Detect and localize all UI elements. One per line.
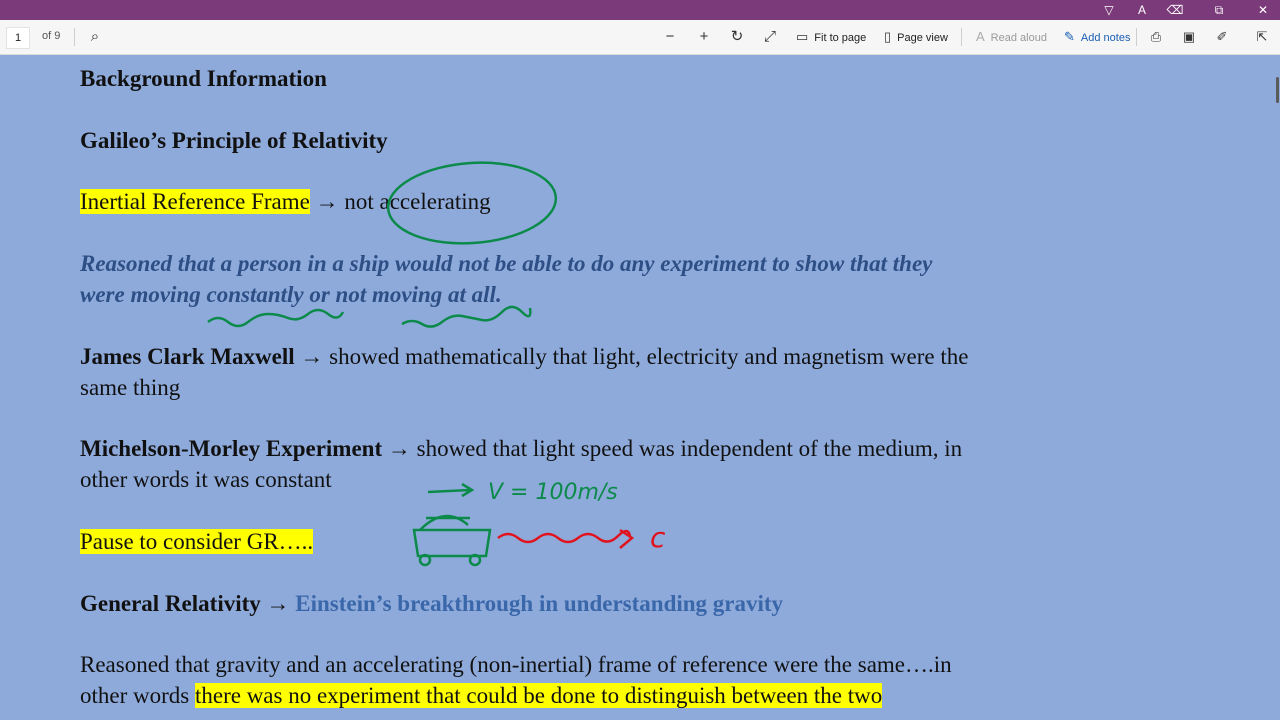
- page-number-input[interactable]: 1: [6, 27, 30, 49]
- pdf-page: Background Information Galileo’s Princip…: [0, 55, 1280, 720]
- gr-text-2: other words there was no experiment that…: [80, 683, 883, 709]
- zoom-in-icon[interactable]: +: [694, 26, 714, 48]
- eraser-icon[interactable]: ⌫: [1161, 0, 1189, 20]
- inertial-definition: not accelerating: [344, 189, 491, 214]
- arrow: →: [387, 436, 411, 461]
- toolbar-divider: [1136, 28, 1137, 46]
- page-view-icon: ▯: [884, 29, 892, 44]
- print-icon[interactable]: ⎙: [1146, 26, 1166, 48]
- page-heading: Background Information: [80, 66, 327, 91]
- gr-text-1: Reasoned that gravity and an acceleratin…: [80, 652, 952, 677]
- inertial-frame-line: Inertial Reference Frame → not accelerat…: [80, 189, 491, 215]
- section-galileo: Galileo’s Principle of Relativity: [80, 128, 388, 153]
- search-icon[interactable]: ⌕: [86, 26, 104, 48]
- add-notes-label: Add notes: [1080, 32, 1131, 44]
- arrow: →: [315, 189, 339, 214]
- gr-text-2-plain: other words: [80, 683, 190, 708]
- read-aloud-button[interactable]: A Read aloud: [976, 26, 1047, 48]
- general-relativity-line: General Relativity → Einstein’s breakthr…: [80, 591, 783, 617]
- highlight-icon[interactable]: ▽: [1095, 0, 1123, 20]
- close-icon[interactable]: ✕: [1249, 0, 1277, 20]
- fullscreen-icon[interactable]: ⤢: [760, 26, 780, 48]
- rotate-icon[interactable]: ↻: [727, 26, 747, 48]
- read-aloud-label: Read aloud: [990, 32, 1047, 44]
- translate-icon[interactable]: A: [1128, 0, 1156, 20]
- arrow: →: [300, 344, 324, 369]
- title-bar: ▽ A ⌫ ⧉ ✕: [0, 0, 1280, 20]
- gr-text-2-highlight: there was no experiment that could be do…: [194, 683, 883, 708]
- page-view-button[interactable]: ▯ Page view: [884, 26, 948, 48]
- pdf-toolbar: 1 of 9 ⌕ − + ↻ ⤢ ▭ Fit to page ▯ Page view…: [0, 20, 1280, 55]
- arrow: →: [266, 591, 290, 616]
- gr-name: General Relativity: [80, 591, 261, 616]
- mm-name: Michelson-Morley Experiment: [80, 436, 383, 461]
- fit-to-page-label: Fit to page: [814, 32, 867, 44]
- save-as-icon[interactable]: ✐: [1212, 26, 1232, 48]
- add-notes-button[interactable]: ✎ Add notes: [1064, 26, 1130, 48]
- inertial-term: Inertial Reference Frame: [80, 189, 310, 214]
- maxwell-line: James Clark Maxwell → showed mathematica…: [80, 344, 968, 370]
- gr-description: Einstein’s breakthrough in understanding…: [295, 591, 784, 616]
- fit-to-page-button[interactable]: ▭ Fit to page: [796, 26, 866, 48]
- scrollbar-thumb[interactable]: [1276, 77, 1279, 103]
- mm-text: showed that light speed was independent …: [416, 436, 963, 461]
- maxwell-name: James Clark Maxwell: [80, 344, 295, 369]
- toolbar-divider: [74, 28, 75, 46]
- fit-page-icon: ▭: [796, 29, 809, 44]
- read-aloud-icon: A: [976, 29, 985, 44]
- maxwell-text: showed mathematically that light, electr…: [329, 344, 969, 369]
- galileo-text-2: were moving constantly or not moving at …: [80, 282, 502, 307]
- pause-line: Pause to consider GR…..: [80, 529, 314, 555]
- zoom-out-icon[interactable]: −: [660, 26, 680, 48]
- mm-text-2: other words it was constant: [80, 467, 332, 492]
- pause-text: Pause to consider GR…..: [80, 529, 314, 554]
- save-icon[interactable]: ▣: [1179, 26, 1199, 48]
- pin-icon[interactable]: ⇱: [1252, 26, 1272, 48]
- share-icon[interactable]: ⧉: [1205, 0, 1233, 20]
- page-view-label: Page view: [897, 32, 948, 44]
- page-total: of 9: [42, 30, 61, 42]
- michelson-morley-line: Michelson-Morley Experiment → showed tha…: [80, 436, 962, 462]
- galileo-text-1: Reasoned that a person in a ship would n…: [80, 251, 933, 276]
- maxwell-text-2: same thing: [80, 375, 181, 400]
- vertical-scrollbar[interactable]: [1274, 55, 1280, 720]
- pen-icon: ✎: [1064, 29, 1075, 44]
- toolbar-divider: [961, 28, 962, 46]
